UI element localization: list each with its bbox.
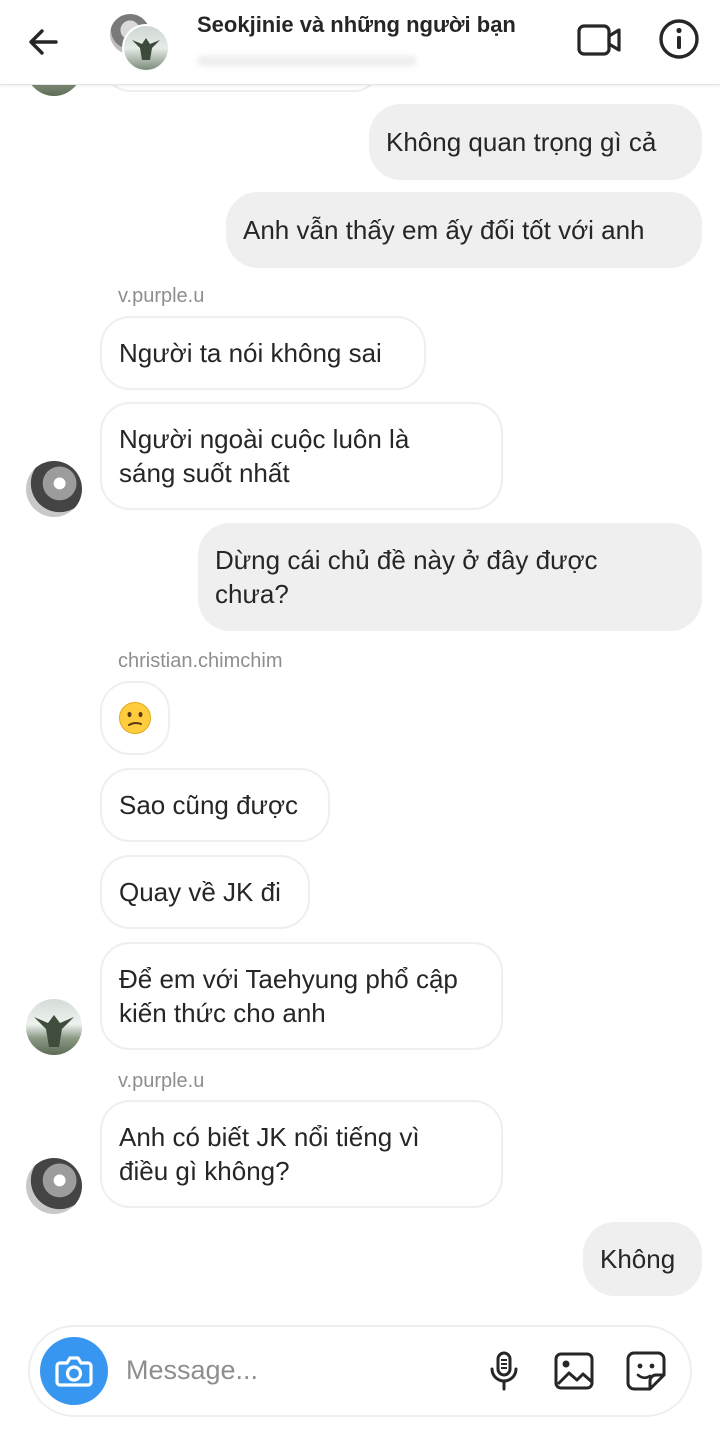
group-avatar[interactable] [108,12,172,72]
message-bubble-incoming[interactable]: Để em với Taehyung phổ cập kiến thức cho… [100,942,503,1050]
message-text-line: Dừng cái chủ đề này ở đây được [215,545,598,575]
sender-name: christian.chimchim [118,650,283,672]
message-text: Người ta nói không sai [119,338,382,368]
member-avatar [122,24,170,72]
message-bubble-incoming[interactable]: Người ngoài cuộc luôn là sáng suốt nhất [100,402,503,510]
message-bubble-outgoing[interactable]: Không [583,1222,702,1296]
confused-face-emoji-icon [119,702,151,734]
camera-icon[interactable] [40,1337,108,1405]
sender-avatar[interactable] [26,461,82,517]
sender-avatar[interactable] [26,1158,82,1214]
sender-name: v.purple.u [118,1070,205,1092]
message-text-line: Để em với Taehyung phổ cập [119,964,458,994]
message-text-line: chưa? [215,579,289,609]
message-bubble-incoming[interactable]: Người ta nói không sai [100,316,426,390]
message-text-line: Anh có biết JK nổi tiếng vì [119,1122,420,1152]
chat-header: Seokjinie và những người bạn [0,0,720,85]
subtitle-blur [197,56,417,66]
sender-avatar[interactable] [26,999,82,1055]
message-bubble-incoming[interactable]: Sao cũng được [100,768,330,842]
microphone-icon[interactable] [482,1349,526,1393]
message-text-line: sáng suốt nhất [119,458,290,488]
message-bubble-outgoing[interactable]: Anh vẫn thấy em ấy đối tốt với anh [226,192,702,268]
info-icon[interactable] [656,16,702,62]
message-bubble-incoming[interactable]: Quay về JK đi [100,855,310,929]
message-bubble-outgoing[interactable]: Dừng cái chủ đề này ở đây được chưa? [198,523,702,631]
message-text: Sao cũng được [119,790,299,820]
sender-name: v.purple.u [118,285,205,307]
sticker-icon[interactable] [624,1349,668,1393]
back-arrow-icon[interactable] [22,20,66,64]
message-bubble-incoming[interactable] [100,681,170,755]
message-text: Anh vẫn thấy em ấy đối tốt với anh [243,215,645,245]
message-text-line: điều gì không? [119,1156,290,1186]
video-call-icon[interactable] [575,18,623,62]
chat-title[interactable]: Seokjinie và những người bạn [197,12,516,38]
message-text-line: Người ngoài cuộc luôn là [119,424,410,454]
message-text: Không quan trọng gì cả [386,127,657,157]
message-composer: Message... [28,1325,692,1417]
message-text-line: kiến thức cho anh [119,998,326,1028]
gallery-image-icon[interactable] [552,1349,596,1393]
message-text: Không [600,1244,676,1274]
message-text: Quay về JK đi [119,877,281,907]
message-bubble-incoming[interactable]: Anh có biết JK nổi tiếng vì điều gì khôn… [100,1100,503,1208]
message-bubble-outgoing[interactable]: Không quan trọng gì cả [369,104,702,180]
message-input[interactable]: Message... [126,1355,258,1386]
